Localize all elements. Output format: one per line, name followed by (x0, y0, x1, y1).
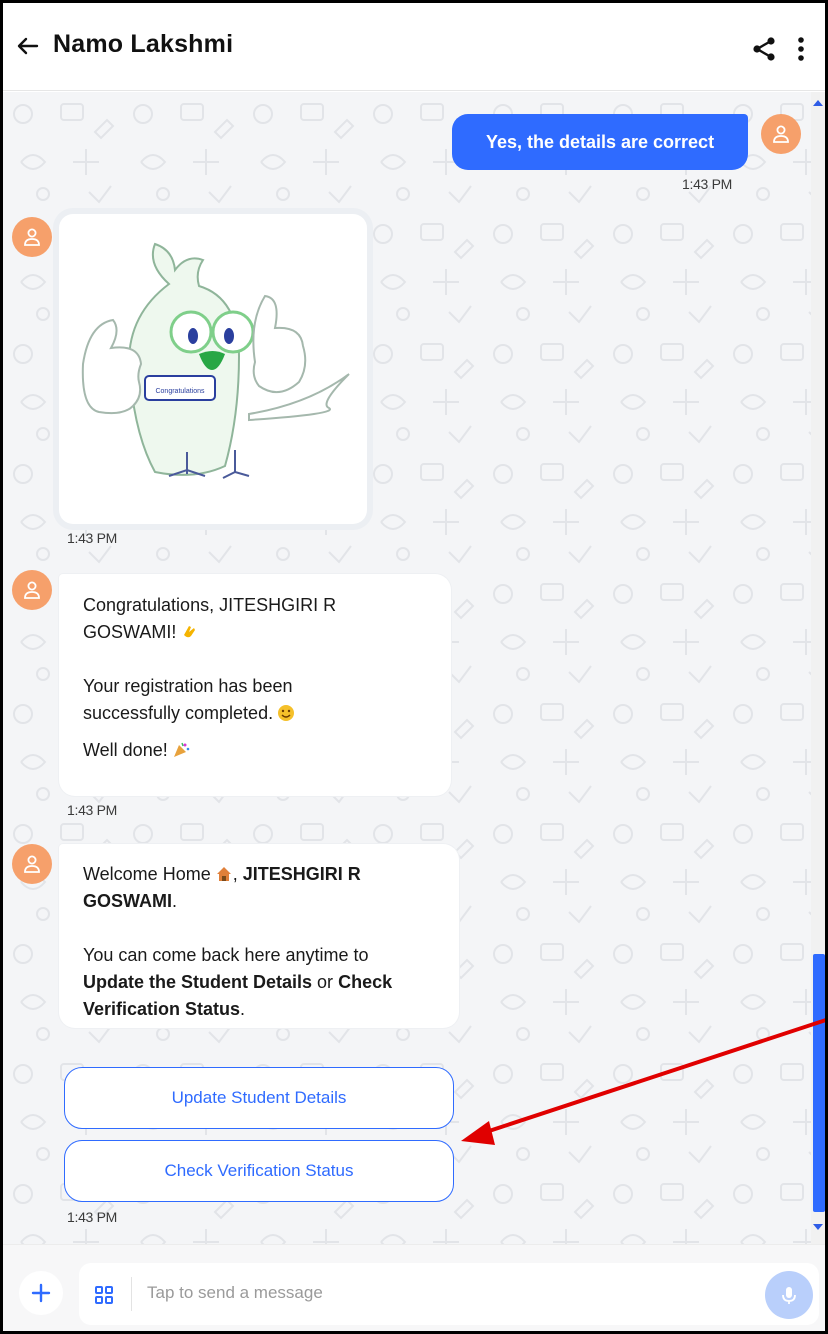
chat-header: Namo Lakshmi (3, 3, 825, 91)
message-composer: Tap to send a message (3, 1244, 825, 1331)
badge-text: Congratulations (155, 388, 205, 395)
message-input-box[interactable]: Tap to send a message (79, 1263, 819, 1325)
user-icon (24, 855, 40, 873)
grid-icon[interactable] (93, 1284, 115, 1306)
arrow-left-icon[interactable] (13, 31, 43, 61)
input-divider (131, 1277, 132, 1311)
share-icon[interactable] (751, 36, 777, 62)
welcome-info: You can come back here anytime to Update… (83, 945, 393, 1019)
message-time: 1:43 PM (67, 802, 118, 818)
chat-area[interactable]: Yes, the details are correct 1:43 PM Con… (3, 92, 811, 1244)
scroll-thumb[interactable] (813, 954, 825, 1212)
microphone-icon (782, 1287, 796, 1304)
message-input-placeholder[interactable]: Tap to send a message (147, 1283, 323, 1303)
party-popper-icon (173, 742, 190, 757)
registration-line: Your registration has been successfully … (83, 673, 383, 727)
user-icon (24, 228, 40, 246)
congrats-line: Congratulations, JITESHGIRI R GOSWAMI! (83, 595, 337, 642)
message-time: 1:43 PM (67, 530, 118, 546)
more-vertical-icon[interactable] (793, 35, 809, 63)
message-time: 1:43 PM (67, 1209, 118, 1225)
smile-emoji-icon (278, 705, 295, 721)
scroll-down-arrow-icon[interactable] (813, 1224, 823, 1230)
well-done-line: Well done! (83, 737, 427, 764)
house-emoji-icon (216, 867, 231, 881)
clap-emoji-icon (184, 626, 196, 638)
outgoing-message: Yes, the details are correct (452, 114, 748, 170)
user-icon (24, 581, 40, 599)
update-student-details-button[interactable]: Update Student Details (64, 1067, 454, 1129)
microphone-button[interactable] (765, 1271, 813, 1319)
plus-icon (31, 1283, 51, 1303)
chat-scrollbar[interactable] (811, 92, 825, 1244)
chat-title: Namo Lakshmi (53, 30, 234, 58)
congratulations-image[interactable]: Congratulations (59, 214, 367, 524)
welcome-line: Welcome Home, JITESHGIRI R GOSWAMI. (83, 864, 361, 911)
congratulations-message: Congratulations, JITESHGIRI R GOSWAMI! Y… (59, 574, 451, 796)
check-verification-status-button[interactable]: Check Verification Status (64, 1140, 454, 1202)
user-avatar (761, 114, 801, 154)
welcome-message: Welcome Home, JITESHGIRI R GOSWAMI. You … (59, 844, 459, 1028)
message-time: 1:43 PM (682, 176, 733, 192)
bot-avatar (12, 844, 52, 884)
app-frame: Namo Lakshmi Yes, the details are correc… (0, 0, 828, 1334)
bot-avatar (12, 570, 52, 610)
user-icon (773, 125, 789, 143)
bird-illustration: Congratulations (81, 242, 350, 479)
attach-button[interactable] (19, 1271, 63, 1315)
scroll-up-arrow-icon[interactable] (813, 100, 823, 106)
bot-avatar (12, 217, 52, 257)
